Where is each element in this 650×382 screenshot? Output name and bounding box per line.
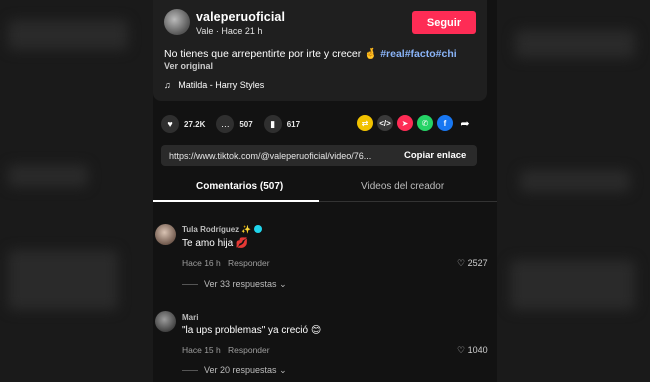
like-count: 27.2K <box>184 119 206 129</box>
comment-button[interactable]: … <box>216 115 235 133</box>
chevron-down-icon: ⌄ <box>279 279 287 289</box>
music-note-icon: ♫ <box>164 80 171 90</box>
like-button[interactable]: ♥ <box>161 115 179 133</box>
comment-count: 507 <box>239 119 253 129</box>
facebook-icon[interactable]: f <box>437 115 453 131</box>
bookmark-icon: ▮ <box>270 118 276 129</box>
see-original-link[interactable]: Ver original <box>164 61 213 71</box>
comment-like-count: 2527 <box>467 258 488 268</box>
tab-divider <box>319 201 497 202</box>
chevron-down-icon: ⌄ <box>279 365 287 375</box>
comment-like-count: 1040 <box>467 345 488 355</box>
tab-creator-videos[interactable]: Videos del creador <box>361 181 444 192</box>
send-icon[interactable]: ➤ <box>397 115 413 131</box>
creator-username[interactable]: valeperuoficial <box>196 10 285 24</box>
verified-badge-icon <box>254 225 263 233</box>
comment-text: Te amo hija 💋 <box>182 238 249 249</box>
comment-text: "la ups problemas" ya creció 😊 <box>182 325 322 336</box>
share-arrow-icon[interactable]: ➦ <box>457 115 473 131</box>
creator-avatar[interactable] <box>164 9 190 35</box>
reply-button[interactable]: Responder <box>228 345 270 355</box>
action-bar: ♥ 27.2K … 507 ▮ 617 <box>161 115 311 133</box>
comment-avatar[interactable] <box>155 224 176 245</box>
embed-code-icon[interactable]: </> <box>377 115 393 131</box>
save-button[interactable]: ▮ <box>263 115 282 133</box>
view-replies-button[interactable]: Ver 20 respuestas ⌄ <box>182 365 287 376</box>
tab-comments[interactable]: Comentarios (507) <box>196 181 283 192</box>
heart-outline-icon: ♡ <box>457 258 466 268</box>
comment-like-button[interactable]: ♡ 2527 <box>457 258 488 269</box>
creator-subline: Vale · Hace 21 h <box>196 26 263 36</box>
post-caption: No tienes que arrepentirte por irte y cr… <box>164 47 457 60</box>
repost-share-icon[interactable]: ⇄ <box>357 115 373 131</box>
comment-author[interactable]: Tula Rodríguez ✨ <box>182 225 263 234</box>
save-count: 617 <box>286 119 301 129</box>
comment-icon: … <box>220 119 230 129</box>
view-replies-button[interactable]: Ver 33 respuestas ⌄ <box>182 279 287 290</box>
follow-button[interactable]: Seguir <box>412 11 476 34</box>
caption-text: No tienes que arrepentirte por irte y cr… <box>164 48 378 60</box>
caption-hashtags[interactable]: #real#facto#chi <box>380 48 456 60</box>
share-options: ⇄ </> ➤ ✆ f ➦ <box>357 115 473 131</box>
comment-author[interactable]: Mari <box>182 313 198 322</box>
heart-outline-icon: ♡ <box>457 345 466 355</box>
copy-link-button[interactable]: Copiar enlace <box>404 150 466 161</box>
video-url[interactable]: https://www.tiktok.com/@valeperuoficial/… <box>169 151 391 161</box>
music-link[interactable]: ♫ Matilda - Harry Styles <box>164 80 264 90</box>
music-title: Matilda - Harry Styles <box>178 80 265 90</box>
comment-time: Hace 16 h <box>182 258 221 268</box>
comment-time: Hace 15 h <box>182 345 221 355</box>
active-tab-indicator <box>153 200 319 202</box>
comment-avatar[interactable] <box>155 311 176 332</box>
heart-icon: ♥ <box>167 119 173 129</box>
comment-like-button[interactable]: ♡ 1040 <box>457 345 488 356</box>
reply-button[interactable]: Responder <box>228 258 270 268</box>
whatsapp-icon[interactable]: ✆ <box>417 115 433 131</box>
